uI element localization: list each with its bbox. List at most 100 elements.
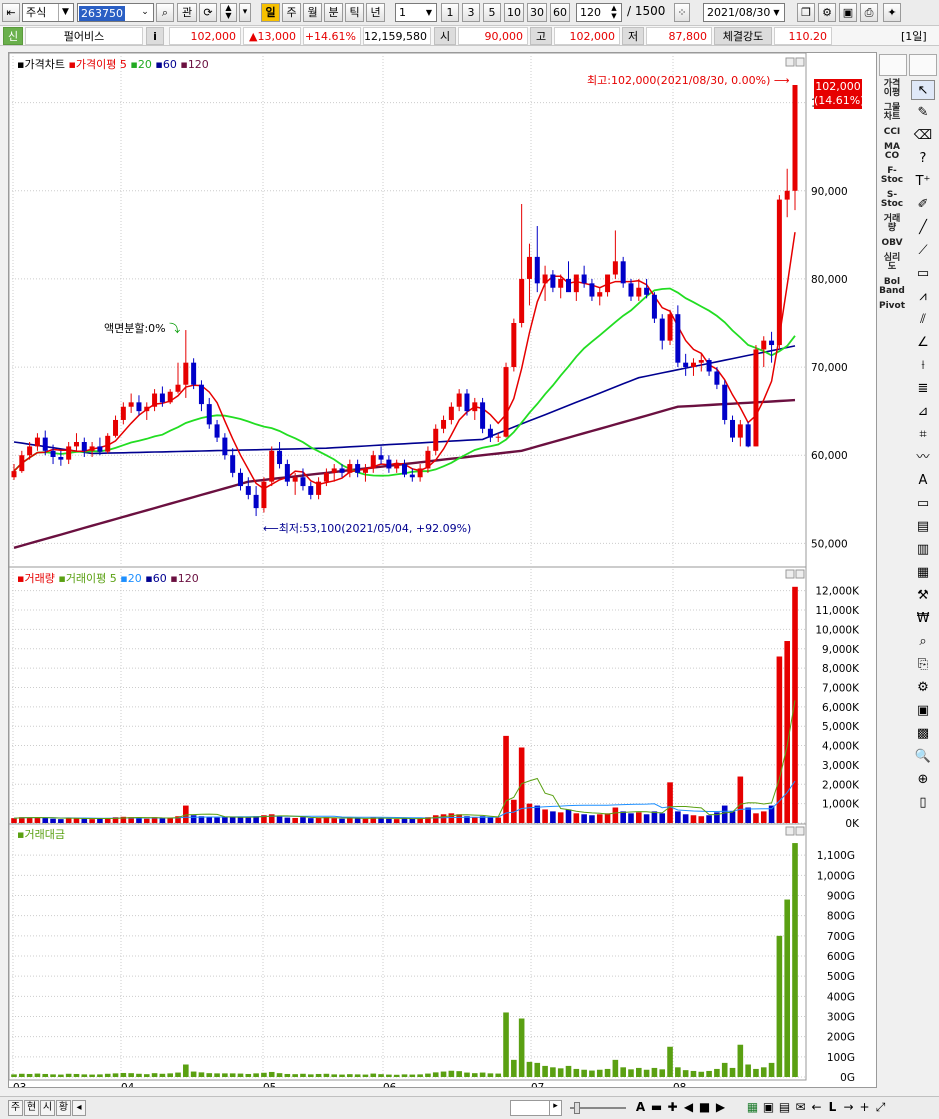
line-icon[interactable]: L: [826, 1100, 839, 1115]
interval-button-4[interactable]: 30: [527, 3, 547, 22]
period-tab-3[interactable]: 분: [324, 3, 343, 22]
parallel-icon[interactable]: ⫽: [911, 310, 935, 330]
interval-button-5[interactable]: 60: [550, 3, 570, 22]
price-icon[interactable]: ₩: [911, 609, 935, 629]
period-tab-4[interactable]: 틱: [345, 3, 364, 22]
grid-icon[interactable]: ⁘: [674, 3, 690, 22]
bottom-tab-2[interactable]: 시: [40, 1100, 55, 1116]
wave-icon[interactable]: 〰: [911, 448, 935, 468]
scroll-right-icon[interactable]: ▸: [549, 1101, 561, 1115]
market-select[interactable]: 주식 ▼: [22, 3, 74, 22]
dropdown-icon[interactable]: ▼: [58, 4, 72, 21]
indicator-item-5[interactable]: S- Stoc: [879, 191, 905, 209]
excel-icon[interactable]: ▦: [746, 1100, 759, 1115]
indicator-item-4[interactable]: F- Stoc: [879, 167, 905, 185]
right-arrow-icon[interactable]: →: [842, 1100, 855, 1115]
auto-icon[interactable]: A: [911, 471, 935, 491]
arrow-icon[interactable]: ↖: [911, 80, 935, 100]
indicator-item-7[interactable]: OBV: [879, 239, 905, 248]
interval-button-3[interactable]: 10: [504, 3, 524, 22]
move-last-icon[interactable]: ▶: [714, 1100, 727, 1115]
dropdown-icon[interactable]: ▼: [423, 4, 435, 21]
count-input[interactable]: 120 ▲ ▼: [576, 3, 622, 22]
date-select[interactable]: 2021/08/30 ▼: [703, 3, 785, 22]
chevron-down-icon[interactable]: ⌄: [138, 4, 152, 21]
chart-container[interactable]: 100,00090,00080,00070,00060,00050,00012,…: [8, 52, 877, 1088]
indicator-item-8[interactable]: 심리 도: [879, 254, 905, 272]
interval-button-0[interactable]: 1: [441, 3, 459, 22]
indicator-item-2[interactable]: CCI: [879, 128, 905, 137]
indicator-item-10[interactable]: Pivot: [879, 302, 905, 311]
fan-icon[interactable]: ⟊: [911, 356, 935, 376]
stepper-icon[interactable]: ▲ ▼: [220, 3, 237, 22]
stop-icon[interactable]: ■: [698, 1100, 711, 1115]
indicator-item-3[interactable]: MA CO: [879, 143, 905, 161]
favorite-button[interactable]: 관: [177, 3, 197, 22]
crosshair-icon[interactable]: ⊕: [911, 770, 935, 790]
list-icon[interactable]: ▤: [911, 517, 935, 537]
period-tab-0[interactable]: 일: [261, 3, 280, 22]
excel-icon[interactable]: ▩: [911, 724, 935, 744]
print-icon[interactable]: ⎙: [860, 3, 878, 22]
settings-icon[interactable]: ⚙: [911, 678, 935, 698]
period-tab-1[interactable]: 주: [282, 3, 301, 22]
more-icon[interactable]: ▾: [239, 3, 251, 22]
refresh-icon[interactable]: ⟳: [199, 3, 217, 22]
line-icon[interactable]: ╱: [911, 218, 935, 238]
zoom-in-icon[interactable]: ✚: [666, 1100, 679, 1115]
stepper-icon[interactable]: ▲ ▼: [608, 4, 620, 20]
zoom-out-icon[interactable]: ▬: [650, 1100, 663, 1115]
chart-settings-icon[interactable]: ▤: [778, 1100, 791, 1115]
period-tab-2[interactable]: 월: [303, 3, 322, 22]
settings-icon[interactable]: ⚙: [818, 3, 836, 22]
save-icon[interactable]: ▣: [762, 1100, 775, 1115]
tab-scroll-left-icon[interactable]: ◂: [72, 1100, 86, 1116]
dropdown-icon[interactable]: ▼: [770, 4, 783, 21]
scrollbar[interactable]: ▸: [510, 1100, 562, 1116]
indicator-item-6[interactable]: 거래 량: [879, 215, 905, 233]
add-icon[interactable]: +: [858, 1100, 871, 1115]
interval-button-1[interactable]: 3: [462, 3, 480, 22]
bottom-tab-3[interactable]: 황: [56, 1100, 71, 1116]
back-nav-icon[interactable]: ⇤: [2, 3, 20, 22]
bottom-tab-0[interactable]: 주: [8, 1100, 23, 1116]
save-icon[interactable]: ▣: [839, 3, 857, 22]
bottom-tab-1[interactable]: 현: [24, 1100, 39, 1116]
interval-button-2[interactable]: 5: [483, 3, 501, 22]
indicator-item-9[interactable]: Bol Band: [879, 278, 905, 296]
pdw-icon[interactable]: ▦: [911, 563, 935, 583]
memo-icon[interactable]: ▯: [911, 793, 935, 813]
font-size-button[interactable]: A: [634, 1100, 647, 1115]
search-icon[interactable]: ⌕: [911, 632, 935, 652]
chart-icon[interactable]: ▥: [911, 540, 935, 560]
zoom-slider[interactable]: [566, 1101, 630, 1115]
interval-select[interactable]: 1 ▼: [395, 3, 437, 22]
rectangle-icon[interactable]: ▭: [911, 264, 935, 284]
copy-icon[interactable]: ⎘: [911, 655, 935, 675]
stock-code-input[interactable]: 263750 ⌄: [77, 3, 154, 22]
expand-icon[interactable]: ⤢: [874, 1100, 887, 1115]
doc-icon[interactable]: ▣: [911, 701, 935, 721]
eraser-icon[interactable]: ✎: [911, 103, 935, 123]
slanted-line-icon[interactable]: ⟋: [911, 241, 935, 261]
magnify-icon[interactable]: 🔍: [911, 747, 935, 767]
mail-icon[interactable]: ✉: [794, 1100, 807, 1115]
info-button[interactable]: i: [146, 27, 164, 45]
period-tab-5[interactable]: 년: [366, 3, 385, 22]
grid-icon[interactable]: ⌗: [911, 425, 935, 445]
indicator-item-0[interactable]: 가격 이평: [879, 80, 905, 98]
gann-icon[interactable]: ⊿: [911, 402, 935, 422]
all-eraser-icon[interactable]: ⌫: [911, 126, 935, 146]
window-icon[interactable]: ▭: [911, 494, 935, 514]
left-arrow-icon[interactable]: ←: [810, 1100, 823, 1115]
zigzag-icon[interactable]: ⩘: [911, 287, 935, 307]
fibo-icon[interactable]: ≣: [911, 379, 935, 399]
help-icon[interactable]: ?: [911, 149, 935, 169]
angle-icon[interactable]: ∠: [911, 333, 935, 353]
pin-icon[interactable]: ✦: [883, 3, 901, 22]
tool-icon[interactable]: ⚒: [911, 586, 935, 606]
text-icon[interactable]: T⁺: [911, 172, 935, 192]
copy-icon[interactable]: ❐: [797, 3, 815, 22]
pen-icon[interactable]: ✐: [911, 195, 935, 215]
move-first-icon[interactable]: ◀: [682, 1100, 695, 1115]
